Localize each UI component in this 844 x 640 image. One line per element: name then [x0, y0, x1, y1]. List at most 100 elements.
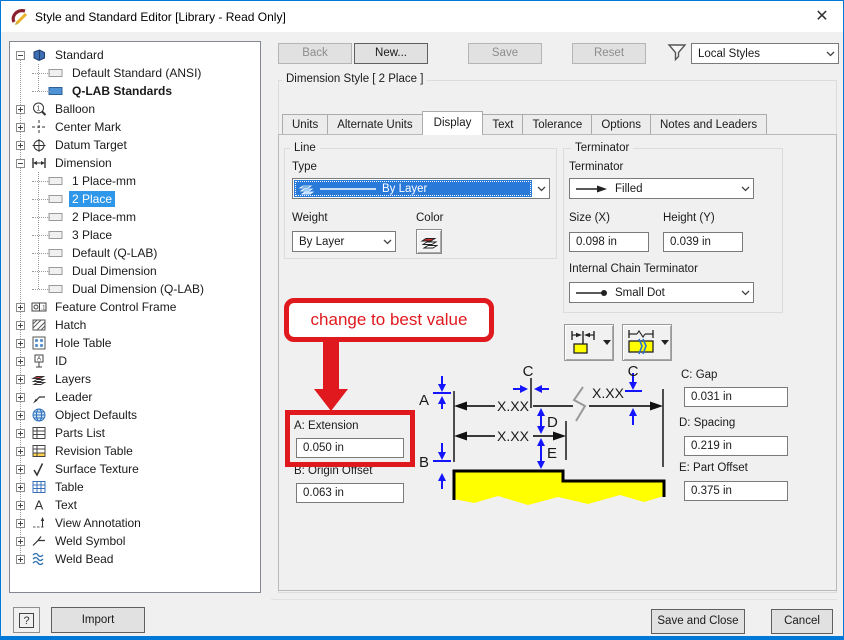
part-offset-input[interactable]: 0.375 in [684, 481, 788, 501]
tree-item-label: Weld Bead [55, 552, 114, 566]
dimension-preview-diagram: X.XX X.XX X.XX A B C C D E [419, 363, 666, 505]
style-and-standard-editor-window: Style and Standard Editor [Library - Rea… [0, 0, 844, 640]
internal-chain-terminator-value: Small Dot [615, 286, 665, 299]
style-filter-select[interactable]: Local Styles [691, 43, 839, 64]
chevron-down-icon [533, 179, 549, 198]
titlebar: Style and Standard Editor [Library - Rea… [1, 1, 843, 32]
tree-item-default-standard-ansi[interactable]: Default Standard (ANSI) [10, 64, 260, 82]
collapse-box-icon[interactable] [16, 50, 25, 60]
expand-box-icon[interactable] [16, 518, 25, 528]
dimension-break-option-icon [623, 329, 658, 356]
expand-box-icon[interactable] [16, 446, 25, 456]
save-and-close-button[interactable]: Save and Close [651, 609, 745, 634]
expand-box-icon[interactable] [16, 428, 25, 438]
tree-item-dual-dimension-q-lab[interactable]: Dual Dimension (Q-LAB) [10, 280, 260, 298]
line-weight-label: Weight [292, 212, 328, 224]
tree-item-label: Center Mark [55, 120, 122, 134]
tab-display[interactable]: Display [421, 111, 484, 135]
expand-box-icon[interactable] [16, 536, 25, 546]
tree-item-feature-control-frame[interactable]: .1 Feature Control Frame [10, 298, 260, 316]
dim-text: X.XX [592, 385, 625, 401]
expand-box-icon[interactable] [16, 482, 25, 492]
tree-item-label: 2 Place [69, 191, 116, 207]
swatch-icon [48, 281, 64, 297]
tree-item-view-annotation[interactable]: View Annotation [10, 514, 260, 532]
part-offset-label: E: Part Offset [679, 462, 748, 474]
expand-box-icon[interactable] [16, 302, 25, 312]
tree-item-hole-table[interactable]: Hole Table [10, 334, 260, 352]
tree-item-balloon[interactable]: 1 Balloon [10, 100, 260, 118]
expand-box-icon[interactable] [16, 338, 25, 348]
tree-item-weld-bead[interactable]: Weld Bead [10, 550, 260, 568]
tree-item-layers[interactable]: Layers [10, 370, 260, 388]
back-button[interactable]: Back [278, 43, 352, 64]
tree-item-3-place[interactable]: 3 Place [10, 226, 260, 244]
svg-text:.1: .1 [40, 306, 46, 312]
tab-tolerance[interactable]: Tolerance [522, 114, 593, 135]
expand-box-icon[interactable] [16, 410, 25, 420]
tree-item-text[interactable]: A Text [10, 496, 260, 514]
tree-item-revision-table[interactable]: Revision Table [10, 442, 260, 460]
tree-item-default-q-lab[interactable]: Default (Q-LAB) [10, 244, 260, 262]
tree-item-hatch[interactable]: Hatch [10, 316, 260, 334]
dimension-break-option-button[interactable] [622, 324, 672, 361]
line-group-title: Line [290, 142, 320, 154]
terminator-height-input[interactable]: 0.039 in [663, 232, 743, 252]
expand-box-icon[interactable] [16, 554, 25, 564]
close-icon[interactable]: ✕ [813, 8, 831, 26]
line-type-select[interactable]: By Layer [292, 178, 550, 199]
tree-item-leader[interactable]: Leader [10, 388, 260, 406]
tree-item-weld-symbol[interactable]: Weld Symbol [10, 532, 260, 550]
reset-button[interactable]: Reset [572, 43, 646, 64]
tree-item-1-place-mm[interactable]: 1 Place-mm [10, 172, 260, 190]
expand-box-icon[interactable] [16, 320, 25, 330]
tree-item-2-place[interactable]: 2 Place [10, 190, 260, 208]
expand-box-icon[interactable] [16, 500, 25, 510]
tree-item-standard[interactable]: Standard [10, 46, 260, 64]
dropdown-arrow-icon[interactable] [658, 325, 671, 360]
line-weight-select[interactable]: By Layer [292, 231, 396, 252]
help-button[interactable]: ? [13, 607, 40, 633]
chevron-down-icon [822, 44, 838, 63]
cancel-button[interactable]: Cancel [771, 609, 833, 634]
tree-item-object-defaults[interactable]: Object Defaults [10, 406, 260, 424]
import-button[interactable]: Import [51, 607, 145, 633]
extension-option-button[interactable] [564, 324, 614, 361]
expand-box-icon[interactable] [16, 104, 25, 114]
expand-box-icon[interactable] [16, 464, 25, 474]
save-button[interactable]: Save [468, 43, 542, 64]
terminator-select[interactable]: Filled [569, 178, 754, 199]
tree-item-dimension[interactable]: Dimension [10, 154, 260, 172]
tree-item-q-lab-standards[interactable]: Q-LAB Standards [10, 82, 260, 100]
expand-box-icon[interactable] [16, 392, 25, 402]
collapse-box-icon[interactable] [16, 158, 25, 168]
tab-alternate-units[interactable]: Alternate Units [327, 114, 423, 135]
tab-options[interactable]: Options [591, 114, 651, 135]
expand-box-icon[interactable] [16, 374, 25, 384]
tree-item-center-mark[interactable]: Center Mark [10, 118, 260, 136]
gap-input[interactable]: 0.031 in [684, 387, 788, 407]
tree-item-table[interactable]: Table [10, 478, 260, 496]
new-button[interactable]: New... [354, 43, 428, 64]
tree-item-label: Default Standard (ANSI) [72, 66, 202, 80]
tab-notes-and-leaders[interactable]: Notes and Leaders [649, 114, 768, 135]
expand-box-icon[interactable] [16, 140, 25, 150]
expand-box-icon[interactable] [16, 122, 25, 132]
tree-item-surface-texture[interactable]: Surface Texture [10, 460, 260, 478]
line-color-button[interactable] [416, 229, 442, 254]
spacing-input[interactable]: 0.219 in [684, 436, 788, 456]
line-type-value: By Layer [382, 182, 428, 195]
expand-box-icon[interactable] [16, 356, 25, 366]
tree-item-parts-list[interactable]: Parts List [10, 424, 260, 442]
tab-text[interactable]: Text [482, 114, 524, 135]
tree-item-dual-dimension[interactable]: Dual Dimension [10, 262, 260, 280]
internal-chain-terminator-select[interactable]: Small Dot [569, 282, 754, 303]
tree-item-2-place-mm[interactable]: 2 Place-mm [10, 208, 260, 226]
origin-offset-input[interactable]: 0.063 in [296, 483, 404, 503]
terminator-size-input[interactable]: 0.098 in [569, 232, 649, 252]
dropdown-arrow-icon[interactable] [600, 325, 613, 360]
tab-units[interactable]: Units [282, 114, 329, 135]
tree-item-id[interactable]: A ID [10, 352, 260, 370]
tree-item-datum-target[interactable]: Datum Target [10, 136, 260, 154]
svg-text:1: 1 [37, 106, 41, 113]
